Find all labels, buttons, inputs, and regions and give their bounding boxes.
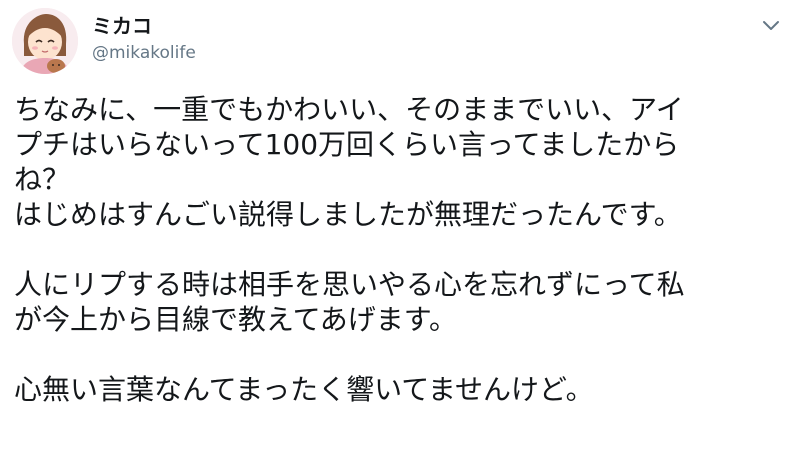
- name-block: ミカコ @mikakolife: [92, 14, 196, 64]
- tweet-line: ちなみに、一重でもかわいい、そのままでいい、アイ: [14, 93, 684, 126]
- user-avatar-illustration-icon: [12, 8, 78, 74]
- tweet-line: はじめはすんごい説得しましたが無理だったんです。: [14, 198, 682, 231]
- tweet-line: ね？: [14, 163, 71, 196]
- user-handle[interactable]: @mikakolife: [92, 42, 196, 64]
- tweet-line: プチはいらないって100万回くらい言ってましたから: [14, 128, 680, 161]
- avatar[interactable]: [12, 8, 78, 74]
- tweet-line: 心無い言葉なんてまったく響いてませんけど。: [14, 373, 594, 406]
- tweet-header: ミカコ @mikakolife: [10, 6, 790, 78]
- tweet-card: ミカコ @mikakolife ちなみに、一重でもかわいい、そのままでいい、アイ…: [0, 0, 800, 471]
- display-name[interactable]: ミカコ: [92, 14, 196, 38]
- chevron-down-icon[interactable]: [758, 12, 784, 38]
- tweet-line: 人にリプする時は相手を思いやる心を忘れずにって私: [14, 268, 685, 301]
- tweet-line: が今上から目線で教えてあげます。: [14, 303, 457, 336]
- tweet-text: ちなみに、一重でもかわいい、そのままでいい、アイ プチはいらないって100万回く…: [14, 92, 786, 407]
